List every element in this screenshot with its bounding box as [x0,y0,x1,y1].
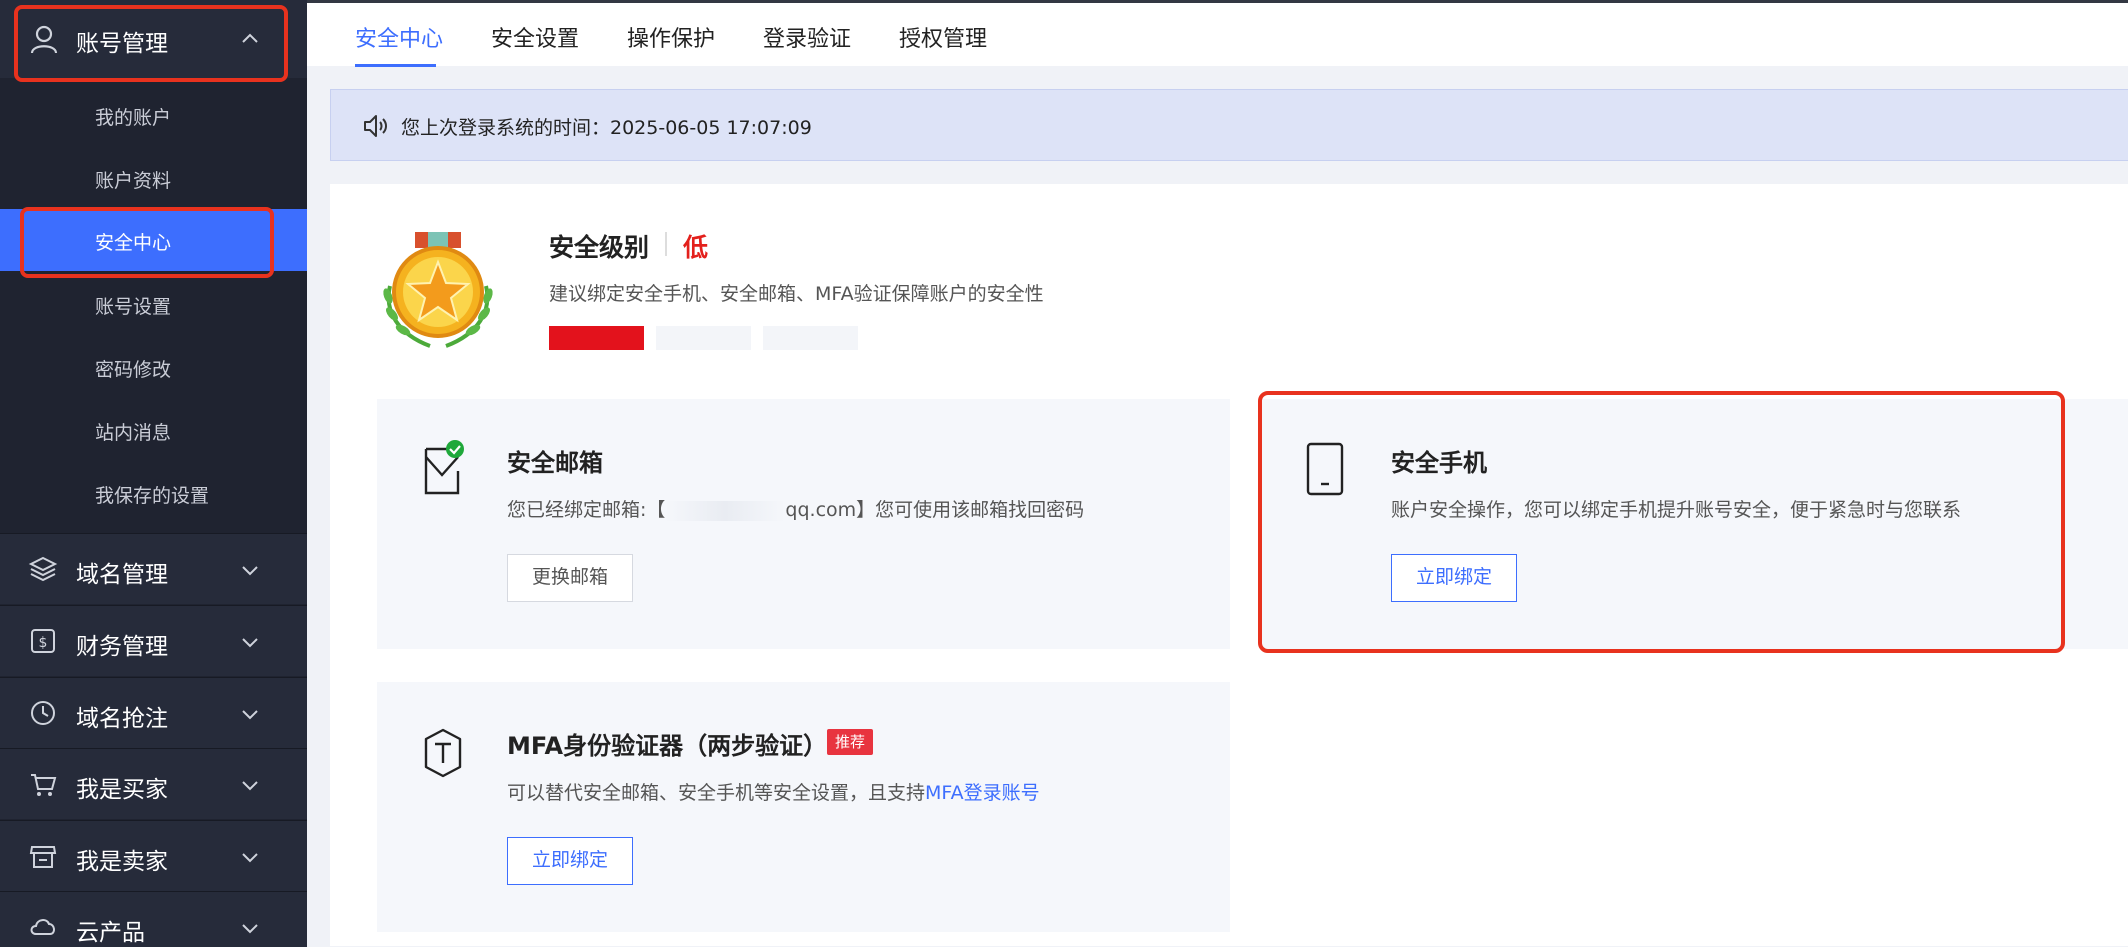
top-tabs: 安全中心 安全设置 操作保护 登录验证 授权管理 [307,0,2128,67]
chevron-down-icon [242,781,258,791]
sidebar-item-label: 我的账户 [95,107,172,129]
sidebar-item-my-account[interactable]: 我的账户 [0,84,307,146]
svg-text:$: $ [39,635,48,651]
sidebar-group-backorder[interactable]: 域名抢注 [0,677,307,748]
sidebar-group-label: 我是卖家 [76,849,168,875]
sidebar-item-account-settings[interactable]: 账号设置 [0,273,307,335]
sidebar-group-label: 云产品 [76,920,145,946]
sidebar-item-label: 站内消息 [95,422,172,444]
chevron-down-icon [242,710,258,720]
sidebar-item-password[interactable]: 密码修改 [0,336,307,398]
sidebar-item-label: 账号设置 [95,296,172,318]
mfa-card-description: 可以替代安全邮箱、安全手机等安全设置，且支持MFA登录账号 [507,778,1040,805]
tab-authorization[interactable]: 授权管理 [899,21,987,53]
chevron-down-icon [242,566,258,576]
sidebar-group-label: 财务管理 [76,634,168,660]
change-email-button[interactable]: 更换邮箱 [507,554,633,602]
shield-t-icon [424,728,462,778]
mfa-card-title: MFA身份验证器（两步验证） [507,732,828,760]
sidebar-group-label: 我是买家 [76,777,168,803]
sidebar-group-seller[interactable]: 我是卖家 [0,820,307,891]
highlight-box-security [20,207,274,278]
email-card: 安全邮箱 您已经绑定邮箱:【 qq.com】您可使用该邮箱找回密码 更换邮箱 [377,399,1230,649]
sidebar-item-saved-settings[interactable]: 我保存的设置 [0,462,307,524]
cart-icon [31,774,57,796]
sidebar-group-finance[interactable]: $ 财务管理 [0,605,307,676]
email-card-title: 安全邮箱 [507,449,603,477]
security-level-value: 低 [683,233,709,262]
login-notice-bar: 您上次登录系统的时间：2025-06-05 17:07:09 [330,89,2128,161]
sidebar-item-profile[interactable]: 账户资料 [0,147,307,209]
email-desc-prefix: 您已经绑定邮箱:【 [507,499,666,521]
tab-security-settings[interactable]: 安全设置 [491,21,579,53]
medal-icon [383,232,493,348]
tab-security-center[interactable]: 安全中心 [355,21,443,53]
mfa-desc-prefix: 可以替代安全邮箱、安全手机等安全设置，且支持 [507,782,926,804]
sidebar-item-messages[interactable]: 站内消息 [0,399,307,461]
sidebar-group-domains[interactable]: 域名管理 [0,533,307,604]
speaker-icon [364,115,387,137]
tab-operation-protection[interactable]: 操作保护 [627,21,715,53]
sidebar-item-label: 我保存的设置 [95,485,210,507]
chevron-down-icon [242,638,258,648]
tab-login-verification[interactable]: 登录验证 [763,21,851,53]
sidebar: 账号管理 我的账户 账户资料 安全中心 账号设置 密码修改 站内消息 我保存的设… [0,0,307,947]
security-level-bar [763,326,858,350]
security-level-bar [549,326,644,350]
active-tab-indicator [355,64,436,67]
sidebar-item-label: 密码修改 [95,359,172,381]
security-level-title: 安全级别 [549,233,650,262]
sidebar-group-cloud[interactable]: 云产品 [0,891,307,947]
email-card-description: 您已经绑定邮箱:【 qq.com】您可使用该邮箱找回密码 [507,495,1084,522]
security-level-bar [656,326,751,350]
layers-icon [28,556,58,582]
last-login-text: 您上次登录系统的时间：2025-06-05 17:07:09 [401,117,812,139]
bind-mfa-button[interactable]: 立即绑定 [507,837,633,885]
recommended-badge: 推荐 [827,729,874,755]
mail-check-icon [424,440,464,495]
cloud-icon [30,919,55,935]
highlight-box-phone-card [1258,391,2065,653]
sidebar-group-label: 域名抢注 [76,706,168,732]
highlight-box-account [14,5,288,82]
sidebar-item-label: 账户资料 [95,170,172,192]
email-desc-suffix: qq.com】您可使用该邮箱找回密码 [785,499,1085,521]
redacted-email [665,500,786,521]
level-separator [665,232,667,256]
chevron-down-icon [242,853,258,863]
security-level-description: 建议绑定安全手机、安全邮箱、MFA验证保障账户的安全性 [549,283,1044,305]
dollar-doc-icon: $ [31,629,55,653]
mfa-login-link[interactable]: MFA登录账号 [925,782,1040,804]
chevron-down-icon [242,924,258,934]
sidebar-group-buyer[interactable]: 我是买家 [0,748,307,819]
clock-icon [31,701,55,725]
mfa-card: MFA身份验证器（两步验证） 推荐 可以替代安全邮箱、安全手机等安全设置，且支持… [377,682,1230,932]
store-icon [29,846,57,868]
sidebar-group-label: 域名管理 [76,562,168,588]
